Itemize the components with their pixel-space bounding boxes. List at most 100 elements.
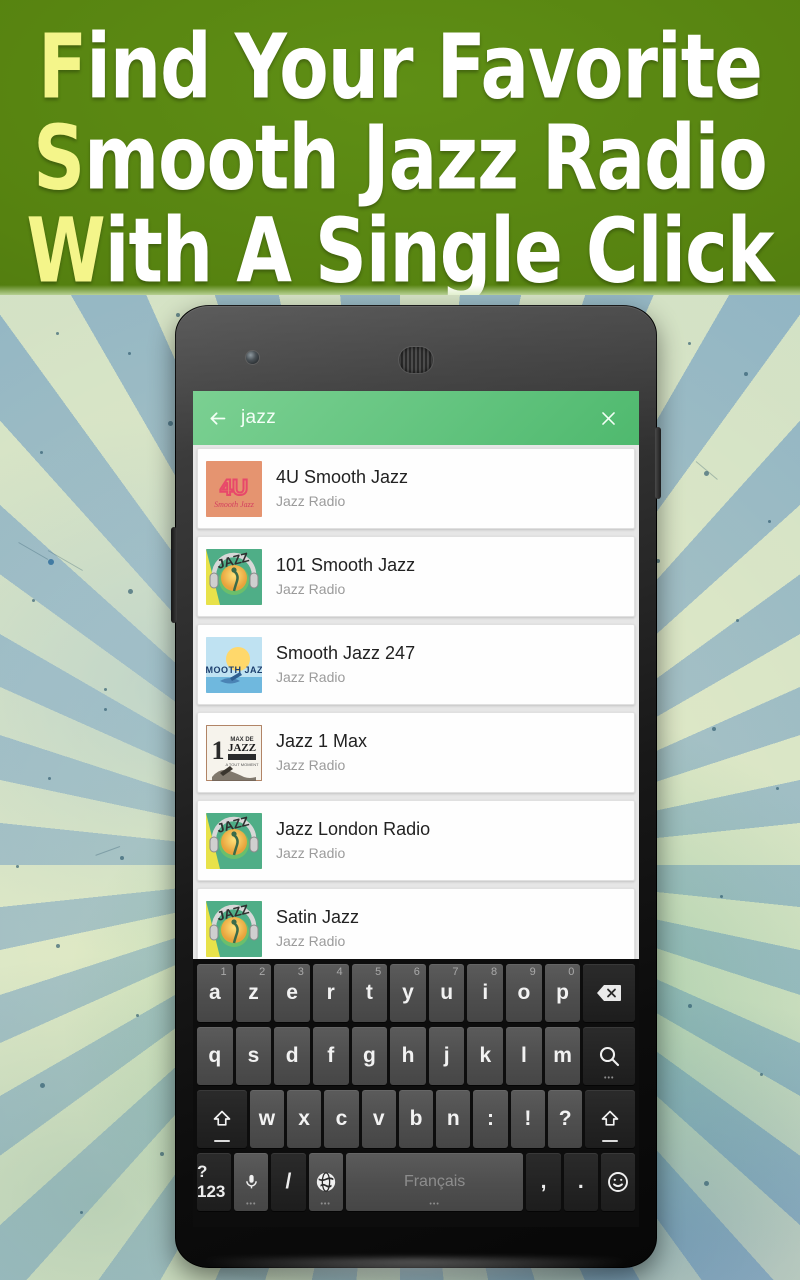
keyboard-row-3: w x c v b n:!? [195, 1090, 637, 1148]
key-k[interactable]: k [467, 1027, 504, 1085]
key-number-hint: 5 [375, 966, 382, 978]
emoji-icon [606, 1170, 630, 1194]
key-d[interactable]: d [274, 1027, 310, 1085]
key-u[interactable]: 7u [428, 964, 465, 1022]
key-w[interactable]: w [249, 1090, 284, 1148]
shift-right-key[interactable] [585, 1090, 635, 1148]
key-r[interactable]: 4r [312, 964, 349, 1022]
key-q[interactable]: q [197, 1027, 233, 1085]
key-m[interactable]: m [544, 1027, 581, 1085]
earpiece-speaker-icon [399, 347, 433, 373]
svg-text:Smooth Jazz: Smooth Jazz [214, 500, 255, 509]
key-i[interactable]: 8i [467, 964, 504, 1022]
key-a[interactable]: 1a [197, 964, 233, 1022]
key-n[interactable]: n [436, 1090, 471, 1148]
key-v[interactable]: v [361, 1090, 396, 1148]
key-number-hint: 4 [336, 966, 343, 978]
key-?[interactable]: ? [547, 1090, 583, 1148]
banner-line-3: With A Single Click [0, 206, 800, 295]
power-button[interactable] [655, 427, 661, 499]
search-input[interactable]: jazz [241, 407, 577, 429]
station-title: 4U Smooth Jazz [276, 467, 409, 487]
key-x[interactable]: x [287, 1090, 322, 1148]
globe-key[interactable]: ••• [308, 1153, 343, 1211]
shift-left-key[interactable] [197, 1090, 247, 1148]
station-list-item[interactable]: 4U Smooth Jazz 4U Smooth Jazz Jazz Radio [197, 448, 635, 529]
phone-reflection [203, 1258, 629, 1280]
key-e[interactable]: 3e [274, 964, 310, 1022]
background-dot [768, 520, 771, 523]
microphone-key[interactable]: ••• [234, 1153, 269, 1211]
promo-banner: Find Your Favorite Smooth Jazz Radio Wit… [0, 0, 800, 295]
station-list-item[interactable]: JAZZ Jazz London Radio Jazz Radio [197, 800, 635, 881]
station-title: Satin Jazz [276, 907, 360, 927]
station-logo-icon: 4U Smooth Jazz [206, 460, 262, 517]
station-logo-icon: 1 MAX DE JAZZ A TOUT MOMENT [206, 724, 262, 781]
station-meta: 4U Smooth Jazz Jazz Radio [276, 466, 408, 511]
key-l[interactable]: l [506, 1027, 542, 1085]
shift-icon [599, 1109, 621, 1129]
volume-button[interactable] [171, 527, 177, 623]
key-label: f [327, 1044, 335, 1067]
backspace-key[interactable] [583, 964, 636, 1022]
key-s[interactable]: s [235, 1027, 272, 1085]
station-meta: Satin Jazz Jazz Radio [276, 906, 359, 951]
back-arrow-icon[interactable] [193, 408, 241, 429]
key-longpress-hint: ••• [246, 1201, 257, 1208]
clear-search-icon[interactable] [577, 409, 639, 428]
key-longpress-hint: ••• [320, 1201, 331, 1208]
background-dot [744, 371, 748, 376]
comma-key[interactable]: , [526, 1153, 561, 1211]
onscreen-keyboard[interactable]: 1 a 2 z 3 e 4 r 5 t 6 y 7 u 8 i 9 o 0 p q s d f g h j k l m ••• w x c v b n:… [193, 959, 639, 1227]
key-number-hint: 0 [568, 966, 575, 978]
key-y[interactable]: 6y [390, 964, 426, 1022]
background-dot [736, 618, 739, 622]
key-label: . [577, 1170, 584, 1193]
key-number-hint: 9 [529, 966, 536, 978]
key-o[interactable]: 9o [506, 964, 542, 1022]
search-bar: jazz [193, 391, 639, 445]
station-list-item[interactable]: JAZZ Satin Jazz Jazz Radio [197, 888, 635, 969]
station-list-item[interactable]: SMOOTH JAZZ Smooth Jazz 247 Jazz Radio [197, 624, 635, 705]
key-j[interactable]: j [428, 1027, 465, 1085]
front-camera-icon [246, 351, 259, 364]
station-list-item[interactable]: 1 MAX DE JAZZ A TOUT MOMENT Jazz 1 Max Ja… [197, 712, 635, 793]
key-z[interactable]: 2z [235, 964, 272, 1022]
key-label: a [208, 981, 221, 1004]
key-g[interactable]: g [351, 1027, 388, 1085]
key-label: c [335, 1107, 348, 1130]
key-f[interactable]: f [312, 1027, 349, 1085]
station-meta: Jazz 1 Max Jazz Radio [276, 730, 367, 775]
period-key[interactable]: . [563, 1153, 598, 1211]
key-label: ! [524, 1107, 532, 1130]
key-t[interactable]: 5t [351, 964, 388, 1022]
space-key[interactable]: Français ••• [345, 1153, 524, 1211]
background-dot [104, 687, 107, 691]
key-p[interactable]: 0p [544, 964, 581, 1022]
key-![interactable]: ! [510, 1090, 545, 1148]
key-b[interactable]: b [398, 1090, 434, 1148]
key-number-hint: 3 [297, 966, 304, 978]
background-dot [48, 776, 51, 780]
background-dot [688, 1003, 692, 1008]
background-dot [40, 1082, 45, 1088]
key-:[interactable]: : [473, 1090, 508, 1148]
key-label: v [372, 1107, 385, 1130]
symbols-key[interactable]: ?123 [197, 1153, 232, 1211]
station-title: 101 Smooth Jazz [276, 555, 416, 575]
shift-icon [211, 1109, 233, 1129]
key-c[interactable]: c [324, 1090, 359, 1148]
search-key[interactable]: ••• [583, 1027, 636, 1085]
station-list-item[interactable]: JAZZ 101 Smooth Jazz Jazz Radio [197, 536, 635, 617]
key-number-hint: 7 [452, 966, 459, 978]
phone-screen: jazz 4U Smooth Jazz 4U Smooth Jazz Jazz Ra… [193, 391, 639, 1227]
key-label: ?123 [197, 1162, 226, 1201]
background-dot [776, 786, 779, 790]
station-logo-icon: JAZZ [206, 548, 262, 605]
key-longpress-hint: ••• [429, 1201, 440, 1208]
emoji-key[interactable] [600, 1153, 636, 1211]
key-h[interactable]: h [390, 1027, 426, 1085]
slash-key[interactable]: / [271, 1153, 306, 1211]
key-label: y [402, 981, 414, 1004]
svg-text:1: 1 [212, 736, 225, 765]
